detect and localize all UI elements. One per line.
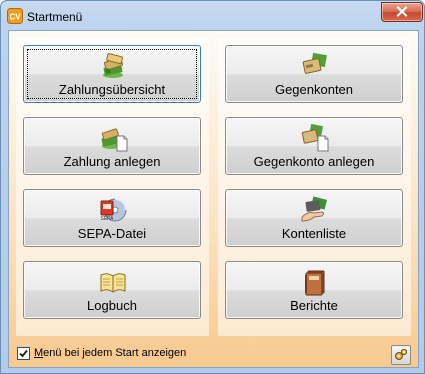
account-card-icon bbox=[302, 52, 327, 74]
kontenliste-label: Kontenliste bbox=[281, 226, 347, 241]
gegenkonten-label: Gegenkonten bbox=[274, 82, 354, 97]
startmenu-window: CV Startmenü Zahlungsübersicht Zahlung a… bbox=[0, 0, 425, 374]
hand-card-icon bbox=[301, 196, 328, 222]
closed-book-icon bbox=[305, 270, 325, 296]
zahlungsuebersicht-label: Zahlungsübersicht bbox=[58, 82, 166, 97]
show-on-start-text: enü bei jedem Start anzeigen bbox=[43, 347, 187, 359]
sepa-datei-button[interactable]: SEPA SEPA-Datei bbox=[23, 189, 201, 247]
sepa-datei-label: SEPA-Datei bbox=[77, 226, 147, 241]
zahlung-anlegen-label: Zahlung anlegen bbox=[63, 154, 161, 169]
svg-text:CV: CV bbox=[9, 13, 21, 22]
open-book-icon bbox=[100, 273, 126, 293]
show-on-start-label[interactable]: Menü bei jedem Start anzeigen bbox=[34, 347, 186, 359]
show-on-start-checkbox[interactable] bbox=[17, 347, 30, 360]
money-add-document-icon bbox=[101, 128, 128, 152]
sepa-disc-icon: SEPA bbox=[100, 198, 127, 222]
title-bar[interactable]: CV Startmenü bbox=[1, 1, 424, 31]
gegenkonten-button[interactable]: Gegenkonten bbox=[225, 45, 403, 103]
logbuch-label: Logbuch bbox=[87, 298, 137, 313]
app-logo-icon: CV bbox=[7, 8, 23, 24]
show-on-start-mnemonic: M bbox=[34, 347, 44, 359]
zahlung-anlegen-button[interactable]: Zahlung anlegen bbox=[23, 117, 201, 175]
berichte-button[interactable]: Berichte bbox=[225, 261, 403, 319]
zahlungsuebersicht-button[interactable]: Zahlungsübersicht bbox=[23, 45, 201, 103]
gegenkonto-anlegen-label: Gegenkonto anlegen bbox=[253, 154, 375, 169]
settings-button[interactable] bbox=[391, 345, 411, 365]
svg-text:SEPA: SEPA bbox=[101, 216, 115, 222]
client-area: Zahlungsübersicht Zahlung anlegen SEPA S… bbox=[8, 30, 419, 368]
account-add-document-icon bbox=[301, 124, 329, 152]
close-icon bbox=[396, 6, 408, 17]
left-button-group: Zahlungsübersicht Zahlung anlegen SEPA S… bbox=[16, 38, 209, 336]
gear-icon bbox=[395, 348, 408, 360]
right-button-group: Gegenkonten Gegenkonto anlegen Kontenlis… bbox=[218, 38, 411, 336]
berichte-label: Berichte bbox=[290, 298, 338, 313]
window-title: Startmenü bbox=[27, 10, 83, 24]
kontenliste-button[interactable]: Kontenliste bbox=[225, 189, 403, 247]
logbuch-button[interactable]: Logbuch bbox=[23, 261, 201, 319]
checkmark-icon bbox=[19, 349, 28, 358]
close-button[interactable] bbox=[381, 2, 423, 22]
gegenkonto-anlegen-button[interactable]: Gegenkonto anlegen bbox=[225, 117, 403, 175]
money-stack-icon bbox=[103, 53, 124, 78]
